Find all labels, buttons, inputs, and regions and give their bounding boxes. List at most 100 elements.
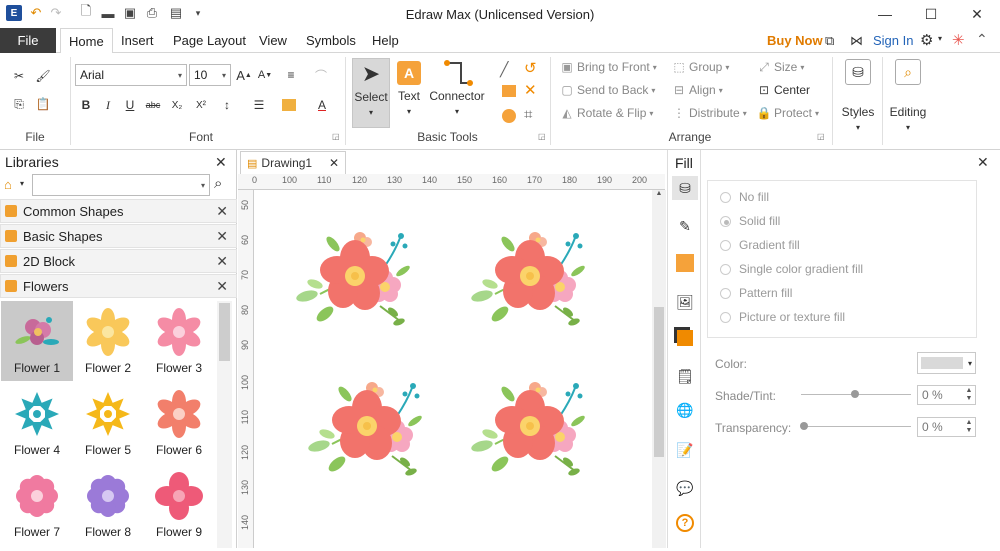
comment-icon[interactable]: 💬 bbox=[672, 476, 698, 500]
distribute-button[interactable]: ⋮ Distribute ▾ bbox=[672, 106, 747, 120]
library-item-flower[interactable]: Flower 9 bbox=[143, 465, 215, 545]
shrink-font-icon[interactable]: A ▼ bbox=[256, 66, 274, 84]
page-properties-icon[interactable]: 🗒 bbox=[672, 364, 698, 388]
spinner-arrows-icon[interactable]: ▲ ▼ bbox=[963, 419, 975, 435]
fill-icon[interactable]: ⛁ bbox=[672, 176, 698, 200]
crop-tool-icon[interactable]: ⌗ bbox=[524, 106, 532, 123]
library-item-flower[interactable]: Flower 3 bbox=[143, 301, 215, 381]
canvas-scrollbar-thumb[interactable] bbox=[654, 307, 664, 457]
fill-option-solid-fill[interactable]: Solid fill bbox=[708, 209, 976, 233]
arrange-dialog-launcher-icon[interactable]: ◲ bbox=[817, 132, 825, 141]
cart-icon[interactable]: ⧉ bbox=[825, 33, 834, 49]
close-section-icon[interactable]: ✕ bbox=[216, 228, 228, 245]
scroll-up-icon[interactable]: ▲ bbox=[652, 190, 666, 197]
close-section-icon[interactable]: ✕ bbox=[216, 278, 228, 295]
group-button[interactable]: ⬚ Group ▾ bbox=[672, 60, 729, 74]
styles-button[interactable]: ⛁ Styles ▾ bbox=[838, 59, 878, 139]
library-scrollbar-thumb[interactable] bbox=[219, 303, 230, 361]
format-painter-icon[interactable]: 🖌 bbox=[34, 67, 52, 85]
shade-tint-slider-thumb[interactable] bbox=[851, 390, 859, 398]
font-dialog-launcher-icon[interactable]: ◲ bbox=[332, 132, 340, 141]
tab-file[interactable]: File bbox=[0, 28, 56, 53]
bouquet-shape[interactable] bbox=[469, 231, 588, 328]
highlight-color-icon[interactable] bbox=[282, 99, 296, 111]
bouquet-shape[interactable] bbox=[469, 381, 588, 478]
fill-option-single-color-gradient[interactable]: Single color gradient fill bbox=[708, 257, 976, 281]
canvas-scrollbar[interactable]: ▲ bbox=[652, 190, 666, 548]
line-spacing-icon[interactable]: ≡ bbox=[282, 66, 300, 84]
fill-option-pattern-fill[interactable]: Pattern fill bbox=[708, 281, 976, 305]
library-item-flower[interactable]: Flower 4 bbox=[1, 383, 73, 463]
rotate-flip-button[interactable]: ◭ Rotate & Flip ▾ bbox=[560, 106, 653, 120]
tab-insert[interactable]: Insert bbox=[113, 28, 162, 53]
arc-tool-icon[interactable]: ↺ bbox=[524, 59, 537, 77]
bouquet-shape[interactable] bbox=[306, 381, 425, 478]
library-section-basic-shapes[interactable]: Basic Shapes ✕ bbox=[0, 224, 237, 248]
italic-button[interactable]: I bbox=[99, 96, 117, 114]
search-icon[interactable]: ⌕ bbox=[214, 175, 222, 192]
close-tab-icon[interactable]: ✕ bbox=[329, 156, 339, 170]
settings-dropdown-icon[interactable]: ▾ bbox=[938, 34, 942, 43]
close-fill-panel-icon[interactable]: ✕ bbox=[977, 154, 989, 171]
library-scrollbar[interactable] bbox=[217, 301, 232, 548]
library-item-flower[interactable]: Flower 7 bbox=[1, 465, 73, 545]
document-tab[interactable]: ▤ Drawing1 ✕ bbox=[240, 151, 346, 174]
close-icon[interactable]: ✕ bbox=[954, 0, 1000, 28]
protect-button[interactable]: 🔒 Protect ▾ bbox=[757, 106, 820, 120]
grow-font-icon[interactable]: A ▲ bbox=[235, 66, 253, 84]
tab-help[interactable]: Help bbox=[364, 28, 407, 53]
paragraph-spacing-icon[interactable]: ↕ bbox=[218, 96, 236, 114]
library-item-flower[interactable]: Flower 1 bbox=[1, 301, 73, 381]
paste-icon[interactable]: 📋 bbox=[34, 95, 52, 113]
transparency-slider-thumb[interactable] bbox=[800, 422, 808, 430]
tab-symbols[interactable]: Symbols bbox=[298, 28, 364, 53]
library-search-input[interactable]: ▾ bbox=[32, 174, 210, 196]
connector-tool-button[interactable]: Connector ▾ bbox=[428, 58, 486, 128]
maximize-icon[interactable]: ☐ bbox=[908, 0, 954, 28]
tab-home[interactable]: Home bbox=[60, 28, 113, 54]
close-libraries-icon[interactable]: ✕ bbox=[215, 154, 227, 171]
underline-button[interactable]: U bbox=[121, 96, 139, 114]
home-icon[interactable]: ⌂ bbox=[4, 177, 12, 192]
shadow-icon[interactable] bbox=[676, 254, 694, 272]
fill-option-no-fill[interactable]: No fill bbox=[708, 185, 976, 209]
bring-to-front-button[interactable]: ▣ Bring to Front ▾ bbox=[560, 60, 656, 74]
superscript-button[interactable]: X² bbox=[192, 96, 210, 114]
line-icon[interactable]: ✎ bbox=[672, 214, 698, 238]
spinner-arrows-icon[interactable]: ▲ ▼ bbox=[963, 387, 975, 403]
bullet-list-icon[interactable]: ☰ bbox=[250, 96, 268, 114]
fill-option-picture-texture[interactable]: Picture or texture fill bbox=[708, 305, 976, 329]
center-button[interactable]: ⊡ Center bbox=[757, 83, 810, 97]
select-tool-button[interactable]: ➤ Select ▾ bbox=[352, 58, 390, 128]
copy-icon[interactable]: ⎘ bbox=[10, 95, 28, 113]
home-dropdown-icon[interactable]: ▾ bbox=[20, 179, 24, 188]
text-curve-icon[interactable]: ⌒ bbox=[312, 66, 330, 84]
library-section-common-shapes[interactable]: Common Shapes ✕ bbox=[0, 199, 237, 223]
tab-page-layout[interactable]: Page Layout bbox=[165, 28, 254, 53]
editing-button[interactable]: ⌕ Editing ▾ bbox=[888, 59, 928, 139]
minimize-icon[interactable]: — bbox=[862, 0, 908, 28]
hyperlink-globe-icon[interactable]: 🌐 bbox=[672, 398, 698, 422]
buy-now-link[interactable]: Buy Now bbox=[767, 33, 823, 48]
cut-icon[interactable]: ✂ bbox=[10, 67, 28, 85]
font-color-icon[interactable]: A bbox=[313, 96, 331, 114]
library-section-2d-block[interactable]: 2D Block ✕ bbox=[0, 249, 237, 273]
drawing-canvas[interactable] bbox=[255, 191, 650, 548]
share-icon[interactable]: ⋈ bbox=[850, 33, 863, 49]
transparency-input[interactable]: 0 % ▲ ▼ bbox=[917, 417, 976, 437]
image-icon[interactable]: 🖼 bbox=[672, 290, 698, 314]
note-icon[interactable]: 📝 bbox=[672, 438, 698, 462]
font-name-select[interactable]: Arial ▾ bbox=[75, 64, 187, 86]
pen-tool-icon[interactable]: ✕ bbox=[524, 81, 537, 99]
library-item-flower[interactable]: Flower 2 bbox=[72, 301, 144, 381]
size-button[interactable]: ⤢ Size ▾ bbox=[757, 60, 804, 75]
library-section-flowers[interactable]: Flowers ✕ bbox=[0, 274, 237, 298]
layer-icon[interactable] bbox=[677, 330, 693, 346]
close-section-icon[interactable]: ✕ bbox=[216, 253, 228, 270]
subscript-button[interactable]: X₂ bbox=[168, 96, 186, 114]
settings-gear-icon[interactable]: ⚙ bbox=[920, 31, 933, 49]
send-to-back-button[interactable]: ▢ Send to Back ▾ bbox=[560, 83, 655, 97]
transparency-slider[interactable] bbox=[801, 426, 911, 427]
collapse-ribbon-icon[interactable]: ⌃ bbox=[976, 31, 988, 48]
rectangle-tool-icon[interactable] bbox=[502, 85, 516, 97]
